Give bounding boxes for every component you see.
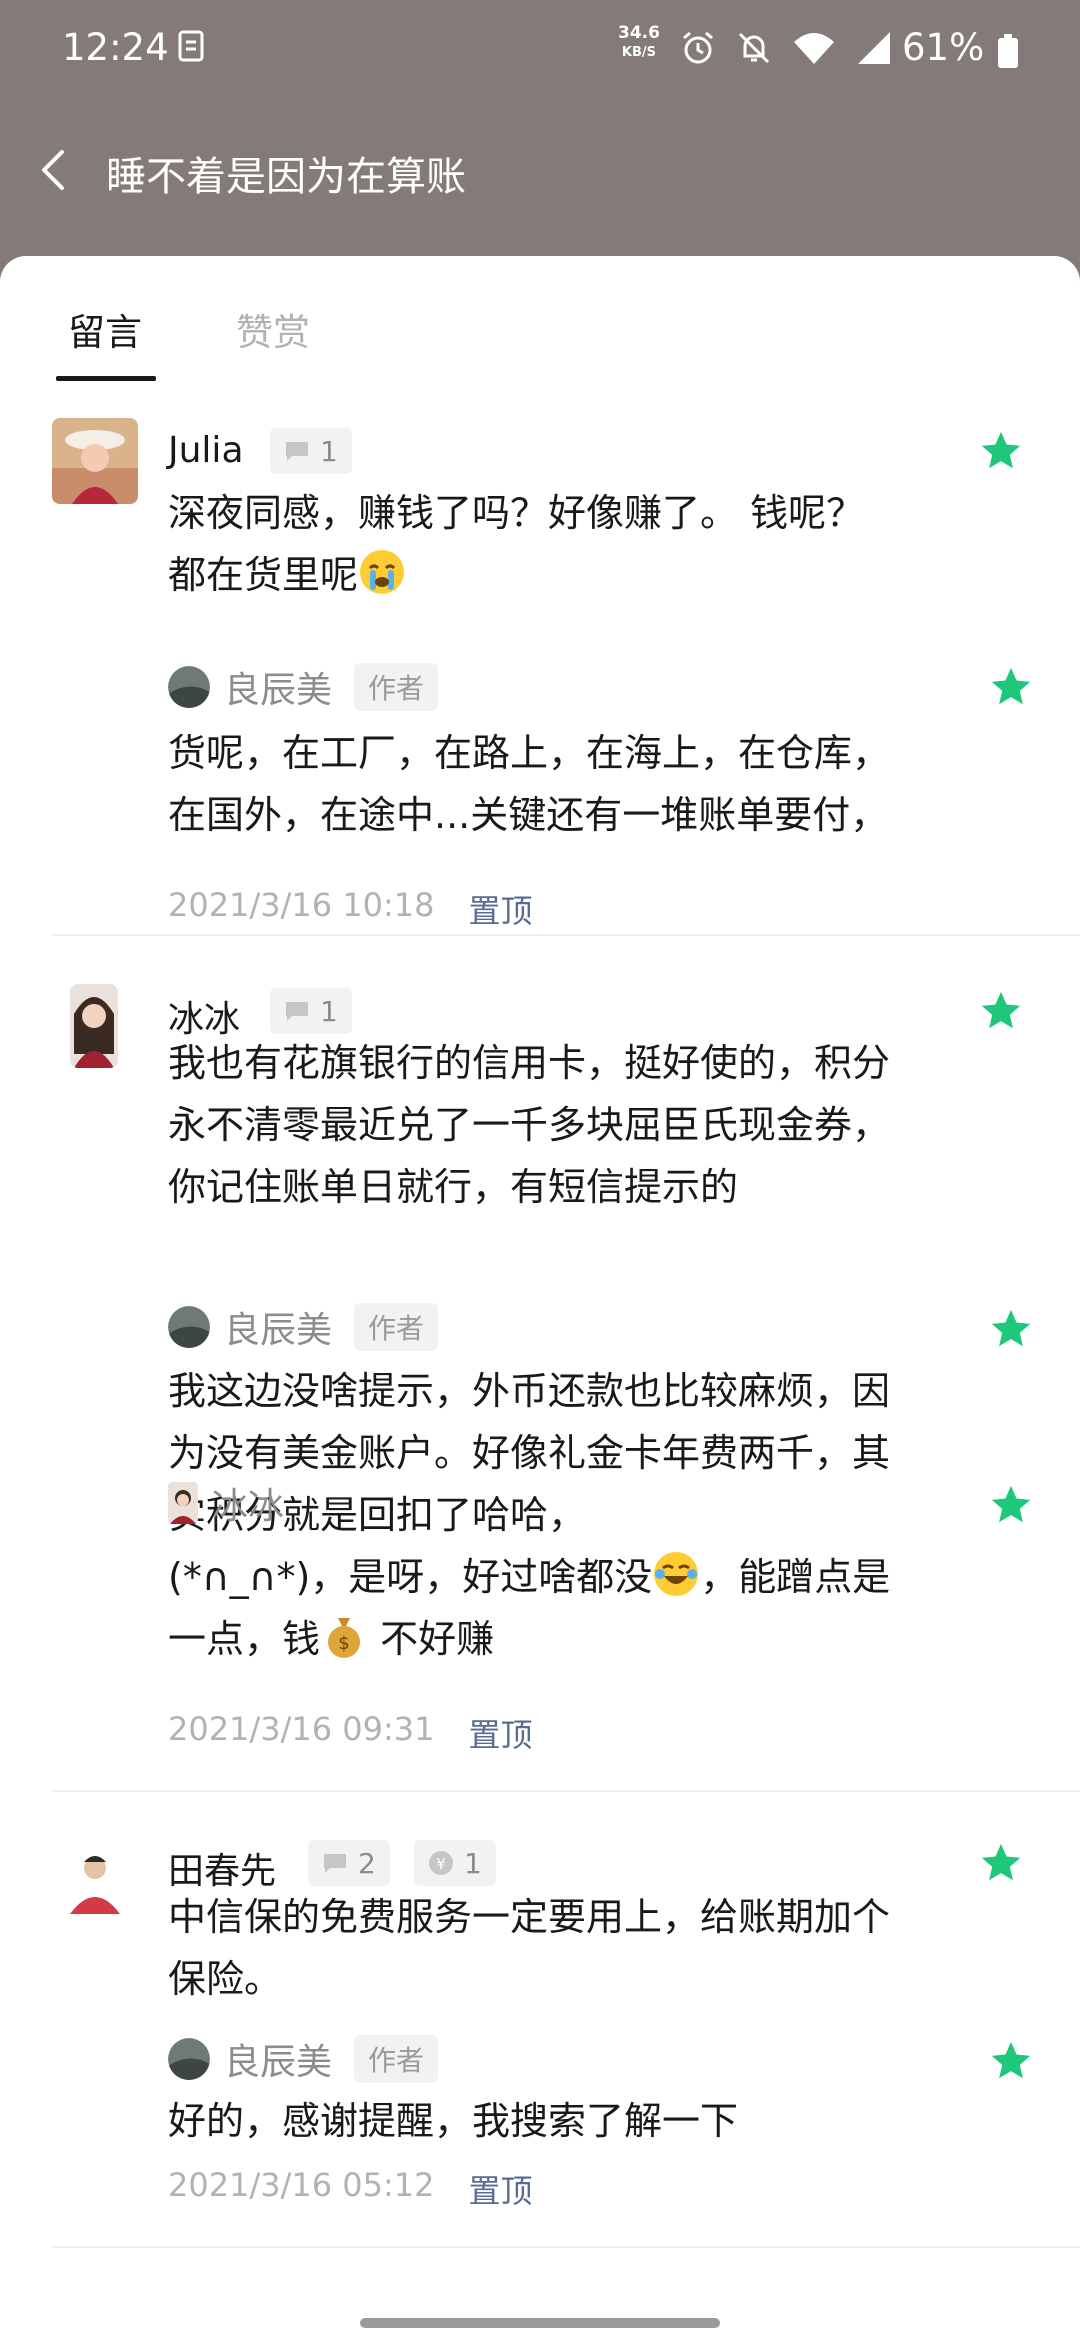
nested-reply-text: (*∩_∩*)，是呀，好过啥都没 ，能蹭点是一点，钱 $ 不好赚 [168,1546,908,1670]
divider [52,934,1080,936]
featured-star-icon[interactable] [988,1306,1034,1352]
reply-avatar[interactable] [168,666,210,708]
battery-percent: 61% [902,26,985,69]
comment-meta: 2021/3/16 09:31 置顶 [168,1710,532,1756]
nested-reply-header: 冰冰 [168,1478,284,1528]
comment-text: 深夜同感，赚钱了吗？好像赚了。 钱呢？ 都在货里呢 [168,482,898,606]
mute-icon [738,32,770,64]
active-tab-indicator [56,376,156,381]
commenter-name[interactable]: Julia [168,430,244,471]
author-tag: 作者 [354,1303,439,1351]
divider [52,1790,1080,1792]
avatar[interactable] [70,984,118,1068]
divider [52,2246,1080,2248]
net-speed-value: 34.6 [618,23,660,43]
comment-meta: 2021/3/16 10:18 置顶 [168,886,532,932]
reply-author-name[interactable]: 良辰美 [224,661,332,713]
featured-star-icon[interactable] [978,1840,1024,1886]
featured-star-icon[interactable] [988,664,1034,710]
featured-star-icon[interactable] [988,2038,1034,2084]
nested-reply-name[interactable]: 冰冰 [212,1477,284,1529]
status-icons [680,26,892,70]
author-tag: 作者 [354,663,439,711]
home-indicator[interactable] [360,2318,720,2328]
author-tag: 作者 [354,2035,439,2083]
comment-bubble-icon [286,1002,308,1021]
nested-reply-text-c: 不好赚 [368,1617,495,1661]
pin-button[interactable]: 置顶 [468,886,532,932]
reply-count: 2 [358,1846,376,1880]
reply-avatar[interactable] [168,2038,210,2080]
author-reply-header: 良辰美 作者 [168,661,439,713]
reply-count-badge[interactable]: 1 [270,988,352,1034]
comment-bubble-icon [286,442,308,461]
svg-text:¥: ¥ [436,1855,446,1873]
comment-time: 2021/3/16 10:18 [168,886,435,924]
status-time: 12:24 [62,26,169,69]
avatar[interactable] [60,1844,130,1914]
comment-text: 中信保的免费服务一定要用上，给账期加个保险。 [168,1895,891,2001]
featured-star-icon[interactable] [978,428,1024,474]
comment-meta: 2021/3/16 05:12 置顶 [168,2166,532,2212]
alarm-icon [683,31,713,64]
reply-count-badge[interactable]: 1 [270,428,352,474]
avatar[interactable] [52,418,138,504]
author-reply-header: 良辰美 作者 [168,2033,439,2085]
comment-text: 我也有花旗银行的信用卡，挺好使的，积分永不清零最近兑了一千多块屈臣氏现金券，你记… [168,1041,891,1209]
comment-time: 2021/3/16 09:31 [168,1710,435,1748]
featured-star-icon[interactable] [978,988,1024,1034]
reward-count: 1 [464,1846,482,1880]
tab-bar: 留言 赞赏 [0,256,1080,386]
doc-icon [178,30,204,62]
status-bar: 12:24 34.6 KB/S 61% [0,0,1080,100]
tab-comments[interactable]: 留言 [68,302,142,356]
laughing-tears-emoji [654,1552,699,1596]
comment-text-body: 深夜同感，赚钱了吗？好像赚了。 钱呢？ 都在货里呢 [168,491,865,597]
yuan-coin-icon: ¥ [429,1851,453,1875]
money-bag-emoji: $ [328,1618,361,1658]
battery-icon [998,34,1018,68]
wifi-icon [794,33,834,64]
reply-author-name[interactable]: 良辰美 [224,1301,332,1353]
reply-text: 好的，感谢提醒，我搜索了解一下 [168,2099,739,2143]
comment-bubble-icon [324,1854,346,1873]
signal-icon [858,32,890,64]
page-title: 睡不着是因为在算账 [106,154,466,200]
nested-reply-text-a: (*∩_∩*)，是呀，好过啥都没 [168,1555,653,1599]
pin-button[interactable]: 置顶 [468,1710,532,1756]
net-speed-unit: KB/S [621,45,657,60]
reward-count-badge[interactable]: ¥ 1 [414,1840,496,1886]
reply-avatar[interactable] [168,1482,198,1524]
reply-count-badge[interactable]: 2 [308,1840,390,1886]
reply-avatar[interactable] [168,1306,210,1348]
svg-text:$: $ [338,1633,349,1654]
reply-author-name[interactable]: 良辰美 [224,2033,332,2085]
crying-face-emoji [360,550,405,594]
reply-count: 1 [320,994,338,1028]
net-speed: 34.6 KB/S [618,24,660,62]
tab-rewards[interactable]: 赞赏 [236,302,310,356]
comments-sheet: 留言 赞赏 Julia 1 深夜同感，赚钱了吗？好像赚了。 钱呢？ 都在货里呢 … [0,256,1080,2340]
pin-button[interactable]: 置顶 [468,2166,532,2212]
reply-count: 1 [320,434,338,468]
comment-time: 2021/3/16 05:12 [168,2166,435,2204]
back-arrow-icon[interactable] [30,140,80,200]
title-bar: 睡不着是因为在算账 [0,100,1080,260]
reply-text: 货呢，在工厂，在路上，在海上，在仓库，在国外，在途中...关键还有一堆账单要付， [168,731,891,837]
author-reply-header: 良辰美 作者 [168,1301,439,1353]
featured-star-icon[interactable] [988,1482,1034,1528]
